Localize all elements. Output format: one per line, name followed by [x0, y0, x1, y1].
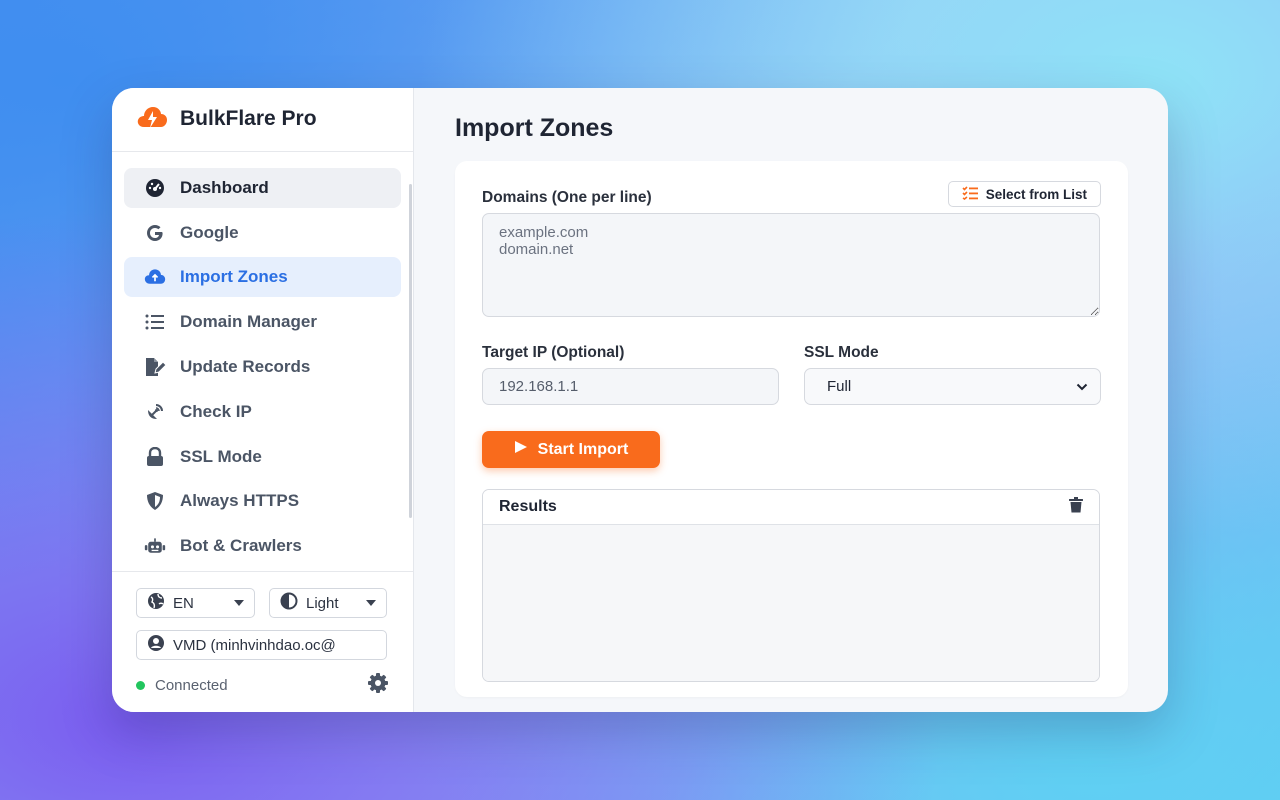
results-body: [483, 525, 1099, 681]
lock-icon: [144, 446, 166, 468]
sidebar-item-google[interactable]: Google: [124, 213, 401, 253]
sidebar-scrollbar[interactable]: [409, 184, 412, 518]
app-window: BulkFlare Pro Dashboard Google Import Zo…: [112, 88, 1168, 712]
page-title: Import Zones: [455, 114, 614, 142]
sidebar-nav: Dashboard Google Import Zones Domain Man…: [112, 152, 413, 571]
main-content: Import Zones Domains (One per line) Sele…: [414, 88, 1168, 712]
theme-value: Light: [306, 594, 339, 612]
sidebar-item-import-zones[interactable]: Import Zones: [124, 257, 401, 298]
results-header: Results: [483, 490, 1099, 525]
ssl-mode-label: SSL Mode: [804, 344, 879, 361]
sidebar-item-label: Update Records: [180, 357, 311, 377]
sidebar-item-label: Check IP: [180, 401, 252, 421]
shield-icon: [144, 490, 166, 512]
status-text: Connected: [155, 676, 228, 694]
start-import-button[interactable]: Start Import: [482, 431, 660, 468]
domains-input[interactable]: [482, 213, 1100, 317]
target-ip-placeholder: 192.168.1.1: [499, 378, 579, 395]
sidebar-item-label: Bot & Crawlers: [180, 536, 302, 556]
gear-icon[interactable]: [367, 672, 389, 698]
list-check-icon: [962, 185, 978, 203]
gauge-icon: [144, 177, 166, 199]
sidebar-footer: EN Light VMD (minhvinhdao.oc@ Connected: [112, 571, 413, 712]
target-ip-label: Target IP (Optional): [482, 344, 625, 361]
google-icon: [144, 222, 166, 244]
domains-label: Domains (One per line): [482, 189, 652, 206]
language-select[interactable]: EN: [136, 588, 255, 618]
import-card: Domains (One per line) Select from List …: [455, 161, 1128, 697]
select-from-list-label: Select from List: [985, 186, 1087, 202]
trash-icon[interactable]: [1069, 496, 1083, 518]
results-panel: Results: [482, 489, 1100, 682]
results-title: Results: [499, 498, 557, 515]
account-value: VMD (minhvinhdao.oc@: [173, 636, 336, 654]
sidebar-item-ssl-mode[interactable]: SSL Mode: [124, 437, 401, 477]
list-icon: [144, 311, 166, 333]
ssl-mode-value: Full: [827, 378, 852, 395]
sidebar: BulkFlare Pro Dashboard Google Import Zo…: [112, 88, 414, 712]
contrast-icon: [280, 592, 298, 614]
sidebar-item-label: SSL Mode: [180, 446, 262, 466]
caret-down-icon: [234, 600, 244, 606]
cloud-bolt-logo-icon: [136, 103, 168, 136]
sidebar-item-label: Import Zones: [180, 267, 288, 287]
satellite-dish-icon: [144, 401, 166, 423]
sidebar-item-label: Google: [180, 222, 239, 242]
sidebar-item-bot-crawlers[interactable]: Bot & Crawlers: [124, 526, 401, 566]
globe-icon: [147, 592, 165, 614]
chevron-down-icon: [1076, 378, 1088, 395]
ssl-mode-select[interactable]: Full: [804, 368, 1101, 405]
app-name: BulkFlare Pro: [180, 107, 317, 131]
status-dot-icon: [136, 680, 145, 690]
sidebar-item-domain-manager[interactable]: Domain Manager: [124, 302, 401, 342]
robot-icon: [144, 535, 166, 557]
select-from-list-button[interactable]: Select from List: [947, 181, 1101, 207]
sidebar-item-label: Always HTTPS: [180, 491, 300, 511]
target-ip-input[interactable]: 192.168.1.1: [482, 368, 779, 405]
sidebar-item-label: Domain Manager: [180, 312, 317, 332]
user-circle-icon: [147, 634, 165, 656]
theme-select[interactable]: Light: [269, 588, 387, 618]
language-value: EN: [173, 594, 194, 612]
connection-status: Connected: [136, 672, 389, 698]
sidebar-item-label: Dashboard: [180, 177, 269, 197]
sidebar-item-always-https[interactable]: Always HTTPS: [124, 481, 401, 521]
sidebar-item-update-records[interactable]: Update Records: [124, 347, 401, 387]
sidebar-item-dashboard[interactable]: Dashboard: [124, 167, 401, 208]
file-edit-icon: [144, 356, 166, 378]
cloud-upload-icon: [144, 266, 166, 288]
brand: BulkFlare Pro: [112, 88, 413, 152]
play-icon: [514, 440, 528, 459]
sidebar-item-check-ip[interactable]: Check IP: [124, 392, 401, 432]
caret-down-icon: [366, 600, 376, 606]
account-select[interactable]: VMD (minhvinhdao.oc@: [136, 630, 387, 660]
start-import-label: Start Import: [537, 440, 629, 458]
